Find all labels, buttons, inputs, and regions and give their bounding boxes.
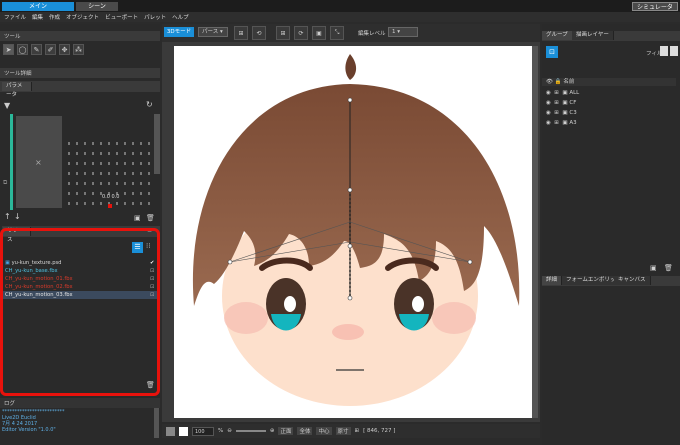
- tab-group[interactable]: グループ: [542, 31, 573, 40]
- tool-detail-header: ツール詳細: [0, 68, 160, 78]
- group-item[interactable]: ◉ ⊞ ▣ ALL: [546, 88, 579, 98]
- reset-icon[interactable]: ↻: [146, 100, 153, 109]
- filter-option-icon[interactable]: [670, 46, 678, 56]
- zoom-input[interactable]: 100: [192, 426, 214, 436]
- brush-icon[interactable]: ✐: [45, 44, 56, 55]
- menu-create[interactable]: 作成: [49, 13, 60, 21]
- menu-viewport[interactable]: ビューポート: [105, 13, 138, 21]
- bone-icon[interactable]: ⤡: [330, 26, 344, 40]
- menu-help[interactable]: ヘルプ: [172, 13, 189, 21]
- log-header: ログ: [0, 398, 160, 408]
- right-panel: グループ 描画レイヤー ⊡ フィルタ 👁 🔒 名前 ◉ ⊞ ▣ ALL ◉ ⊞ …: [542, 24, 680, 445]
- new-param-icon[interactable]: ▣: [134, 214, 141, 222]
- menu-object[interactable]: オブジェクト: [66, 13, 99, 21]
- log-line: Editor Version "1.0.0": [2, 427, 56, 433]
- edit-level-label: 編集レベル: [358, 31, 386, 37]
- weight-icon[interactable]: ⟳: [294, 26, 308, 40]
- mesh-icon[interactable]: ⁂: [73, 44, 84, 55]
- viewport-toolbar: 3Dモード パース ▾ ⊞ ⟲ ⊞ ⟳ ▣ ⤡ 編集レベル 1 ▾: [162, 24, 540, 42]
- zoom-unit: %: [218, 428, 224, 434]
- character-illustration: [192, 54, 520, 406]
- move-up-icon[interactable]: ↑: [4, 212, 11, 221]
- simulate-button[interactable]: シミュレータ: [632, 2, 678, 11]
- pen-icon[interactable]: ✎: [31, 44, 42, 55]
- param-range-bar: [10, 114, 13, 210]
- menu-edit[interactable]: 編集: [32, 13, 43, 21]
- param-center-mark: ×: [35, 158, 42, 167]
- left-panel: ツール ➤ ◯ ✎ ✐ ✥ ⁂ ツール詳細 パラメータ ▼ ↻ ⧉ × 0.0 …: [0, 24, 160, 445]
- param-row: [68, 182, 154, 185]
- front-button[interactable]: 正面: [278, 427, 294, 435]
- group-item[interactable]: ◉ ⊞ ▣ A3: [546, 118, 579, 128]
- group-list: ◉ ⊞ ▣ ALL ◉ ⊞ ▣ CF ◉ ⊞ ▣ C3 ◉ ⊞ ▣ A3: [546, 88, 579, 128]
- viewport-scrollbar[interactable]: [532, 46, 538, 418]
- whole-button[interactable]: 全体: [297, 427, 313, 435]
- deform-icon[interactable]: ✥: [59, 44, 70, 55]
- viewport[interactable]: [162, 42, 540, 422]
- menu-palette[interactable]: パレット: [144, 13, 166, 21]
- log-title: ログ: [4, 401, 16, 407]
- tool-panel-header: ツール: [0, 31, 160, 41]
- move-down-icon[interactable]: ↓: [14, 212, 21, 221]
- tab-detail[interactable]: 詳細: [542, 276, 563, 285]
- group-item[interactable]: ◉ ⊞ ▣ CF: [546, 98, 579, 108]
- group-select-icon[interactable]: ⊡: [546, 46, 558, 58]
- log-scrollbar[interactable]: [154, 408, 159, 438]
- select-arrow-icon[interactable]: ➤: [3, 44, 14, 55]
- coordinates: [ 846, 727 ]: [363, 428, 396, 434]
- menu-bar: ファイル 編集 作成 オブジェクト ビューポート パレット ヘルプ: [0, 12, 680, 22]
- param-tabbar: パラメータ: [0, 81, 160, 98]
- center-button[interactable]: 中心: [316, 427, 332, 435]
- highlight-frame: [0, 228, 160, 396]
- new-group-icon[interactable]: ▣: [650, 264, 657, 272]
- tool-detail-title: ツール詳細: [4, 71, 32, 77]
- tab-scene[interactable]: シーン: [76, 2, 118, 11]
- cube-icon[interactable]: ▣: [312, 26, 326, 40]
- param-row: [68, 142, 154, 145]
- detail-tabbar: 詳細 フォームエンボリット キャンバス: [542, 276, 680, 286]
- fg-color-swatch[interactable]: [179, 426, 188, 436]
- perspective-dropdown[interactable]: パース ▾: [198, 27, 228, 37]
- param-row: [68, 172, 154, 175]
- zoom-out-icon[interactable]: ⊖: [227, 428, 232, 434]
- link-icon: ⧉: [3, 179, 8, 186]
- param-preview: ×: [16, 116, 62, 208]
- mesh-edit-icon[interactable]: ⊞: [276, 26, 290, 40]
- original-size-button[interactable]: 原寸: [335, 427, 351, 435]
- menu-file[interactable]: ファイル: [4, 13, 26, 21]
- zoom-in-icon[interactable]: ⊕: [270, 428, 275, 434]
- log-content: ************************* Live2D Euclid …: [2, 409, 152, 433]
- viewport-statusbar: 100 % ⊖ ⊕ 正面 全体 中心 原寸 ⊞ [ 846, 727 ]: [162, 424, 540, 438]
- group-list-header: 👁 🔒 名前: [542, 78, 676, 86]
- delete-group-icon[interactable]: 🗑: [664, 264, 673, 272]
- delete-param-icon[interactable]: 🗑: [146, 214, 155, 222]
- param-value: 0.0 0.0: [102, 194, 120, 200]
- tab-parameters[interactable]: パラメータ: [2, 82, 32, 98]
- tab-canvas[interactable]: キャンバス: [614, 276, 651, 285]
- zoom-slider[interactable]: [235, 430, 266, 432]
- bg-color-swatch[interactable]: [166, 426, 175, 436]
- tab-main[interactable]: メイン: [2, 2, 74, 11]
- tool-buttons: ➤ ◯ ✎ ✐ ✥ ⁂: [3, 44, 84, 55]
- param-keypoint[interactable]: [108, 204, 112, 208]
- canvas[interactable]: [174, 46, 532, 418]
- tab-draw-layer[interactable]: 描画レイヤー: [572, 31, 614, 40]
- filter-icon[interactable]: ▼: [4, 101, 10, 110]
- edit-level-dropdown[interactable]: 1 ▾: [388, 27, 418, 37]
- filter-toggle-icon[interactable]: [660, 46, 668, 56]
- grid-toggle-icon[interactable]: ⊞: [355, 428, 360, 434]
- lasso-icon[interactable]: ◯: [17, 44, 28, 55]
- 3d-mode-button[interactable]: 3Dモード: [164, 27, 194, 37]
- param-grid[interactable]: 0.0 0.0: [66, 138, 154, 212]
- group-item[interactable]: ◉ ⊞ ▣ C3: [546, 108, 579, 118]
- tool-panel-title: ツール: [4, 34, 21, 40]
- transform-icon[interactable]: ⊞: [234, 26, 248, 40]
- param-row: [68, 152, 154, 155]
- group-tabbar: グループ 描画レイヤー: [542, 31, 680, 41]
- param-row: [68, 162, 154, 165]
- rotate-icon[interactable]: ⟲: [252, 26, 266, 40]
